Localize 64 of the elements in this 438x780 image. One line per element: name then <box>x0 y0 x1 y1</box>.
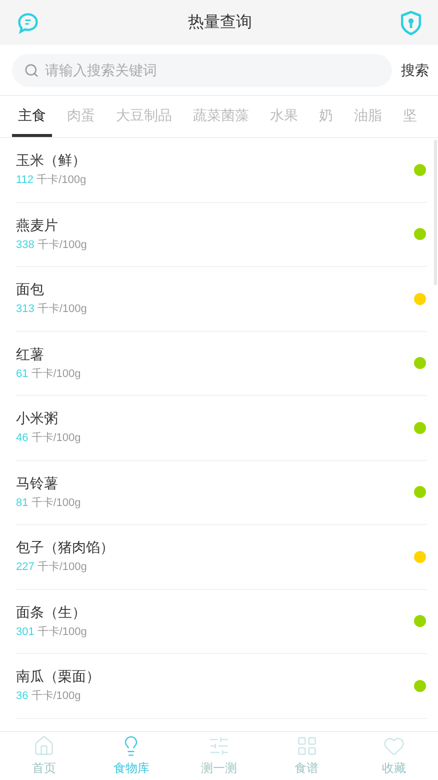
calorie-unit: 千卡/100g <box>37 626 87 638</box>
category-tab[interactable]: 主食 <box>12 96 52 137</box>
grid-icon <box>296 735 318 757</box>
chat-bubble-icon[interactable] <box>17 12 39 34</box>
food-row[interactable]: 马铃薯 81 千卡/100g <box>16 460 427 525</box>
food-name: 燕麦片 <box>16 218 59 232</box>
category-tab[interactable]: 蔬菜菌藻 <box>187 96 255 137</box>
food-name: 面包 <box>16 282 45 296</box>
heart-icon <box>383 735 406 757</box>
calorie-value: 338 <box>16 240 34 251</box>
nav-tab[interactable]: 测一测 <box>175 732 263 780</box>
calorie-value: 36 <box>16 691 28 702</box>
calorie-unit: 千卡/100g <box>31 691 81 702</box>
nav-label: 首页 <box>32 760 56 777</box>
food-name: 面条（生） <box>16 604 87 619</box>
nav-tab[interactable]: 食谱 <box>262 732 350 780</box>
calorie-value: 227 <box>16 562 34 574</box>
search-field[interactable]: 请输入搜索关键词 <box>12 54 392 86</box>
calorie-value: 46 <box>16 433 28 444</box>
calorie-unit: 千卡/100g <box>31 433 81 444</box>
food-row[interactable]: 燕麦片 338 千卡/100g <box>16 202 427 267</box>
calorie-unit: 千卡/100g <box>37 304 87 316</box>
category-tab[interactable]: 坚 <box>397 96 423 137</box>
food-name: 包子（猪肉馅） <box>16 540 115 554</box>
category-tab[interactable]: 肉蛋 <box>61 96 101 137</box>
nav-label: 测一测 <box>200 760 237 777</box>
search-button[interactable]: 搜索 <box>400 60 430 80</box>
food-row[interactable]: 小米粥 46 千卡/100g <box>16 396 427 460</box>
calorie-value: 61 <box>16 368 28 380</box>
food-row[interactable]: 玉米（鲜） 112 千卡/100g <box>16 138 427 202</box>
food-row[interactable]: 红薯 61 千卡/100g <box>16 332 427 396</box>
calorie-value: 313 <box>16 304 34 316</box>
sliders-icon <box>208 735 230 757</box>
nav-tab[interactable]: 食物库 <box>88 732 176 780</box>
nav-tab[interactable]: 收藏 <box>350 732 438 780</box>
food-name: 玉米（鲜） <box>16 153 87 168</box>
nav-label: 食物库 <box>113 760 150 777</box>
food-name: 南瓜（栗面） <box>16 669 101 684</box>
nav-label: 食谱 <box>294 760 319 777</box>
page-title: 热量查询 <box>188 12 252 32</box>
calorie-value: 301 <box>16 626 34 638</box>
food-name: 红薯 <box>16 346 45 361</box>
food-row[interactable]: 南瓜（栗面） 36 千卡/100g <box>16 654 427 718</box>
nav-label: 收藏 <box>382 760 406 777</box>
calorie-unit: 千卡/100g <box>36 175 86 186</box>
calorie-value: 81 <box>16 498 28 509</box>
food-row[interactable]: 面条（生） 301 千卡/100g <box>16 590 427 654</box>
calorie-unit: 千卡/100g <box>37 562 87 574</box>
food-name: 小米粥 <box>16 411 59 426</box>
calorie-unit: 千卡/100g <box>37 240 87 251</box>
nav-tab[interactable]: 首页 <box>0 732 88 780</box>
food-row[interactable]: 包子（猪肉馅） 227 千卡/100g <box>16 525 427 590</box>
calorie-unit: 千卡/100g <box>31 498 81 509</box>
food-name: 马铃薯 <box>16 476 59 490</box>
category-tab[interactable]: 大豆制品 <box>110 96 178 137</box>
calorie-unit: 千卡/100g <box>31 368 81 380</box>
food-row[interactable]: 面包 313 千卡/100g <box>16 267 427 332</box>
calorie-value: 112 <box>16 175 34 186</box>
category-tab[interactable]: 油脂 <box>348 96 388 137</box>
home-icon <box>32 735 55 757</box>
shield-keyhole-icon[interactable] <box>401 10 421 34</box>
search-icon <box>24 62 39 78</box>
category-tab[interactable]: 奶 <box>313 96 339 137</box>
category-tab[interactable]: 水果 <box>264 96 304 137</box>
